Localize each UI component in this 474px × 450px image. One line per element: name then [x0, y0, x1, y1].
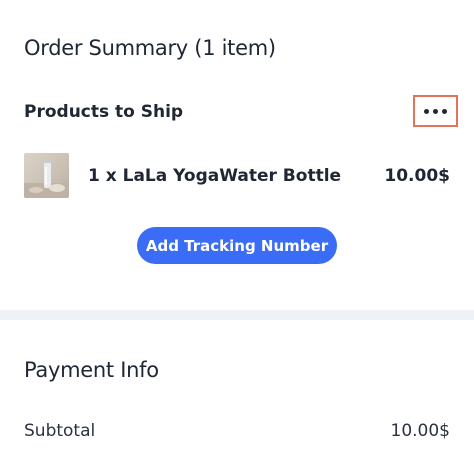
subtotal-value: 10.00$	[390, 421, 450, 441]
payment-info-section: Payment Info Subtotal 10.00$	[0, 320, 474, 450]
add-tracking-number-button[interactable]: Add Tracking Number	[137, 227, 337, 264]
payment-info-title: Payment Info	[24, 358, 159, 382]
product-image	[24, 153, 69, 198]
order-summary-title: Order Summary (1 item)	[24, 36, 276, 60]
more-horizontal-icon	[424, 108, 447, 114]
order-summary-section: Order Summary (1 item) Products to Ship …	[0, 0, 474, 310]
section-divider	[0, 310, 474, 320]
more-actions-button[interactable]	[413, 95, 458, 127]
products-to-ship-heading: Products to Ship	[24, 102, 184, 122]
subtotal-label: Subtotal	[24, 421, 96, 441]
product-row: 1 x LaLa YogaWater Bottle 10.00$	[24, 153, 450, 199]
product-price: 10.00$	[384, 166, 450, 186]
product-name: 1 x LaLa YogaWater Bottle	[88, 166, 342, 186]
